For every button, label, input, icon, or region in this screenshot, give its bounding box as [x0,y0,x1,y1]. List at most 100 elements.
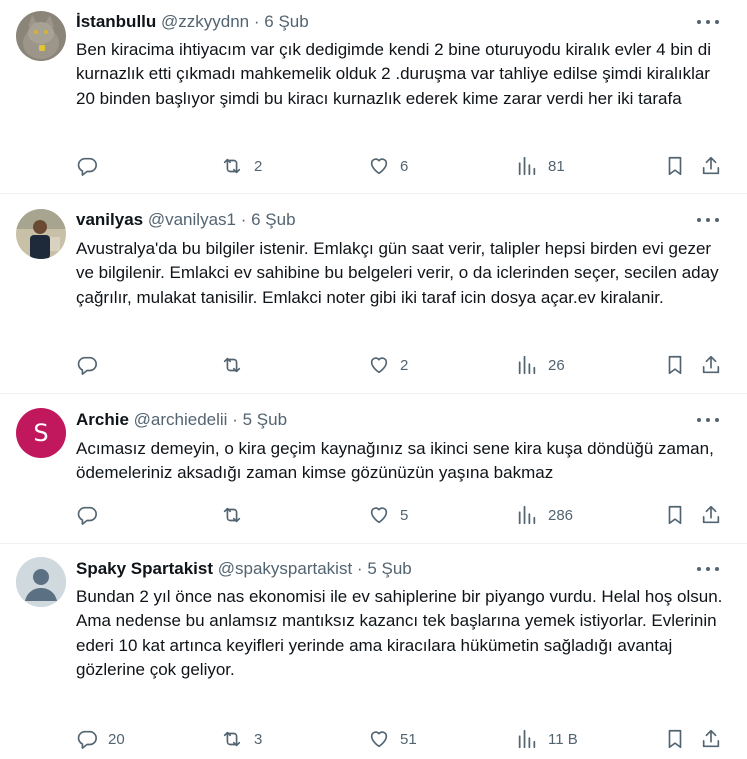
tweet-header: Archie @archiedelii · 5 Şub [76,409,687,431]
tweet-date[interactable]: 5 Şub [367,559,411,578]
share-button[interactable] [700,154,722,178]
share-button[interactable] [700,503,722,527]
like-button[interactable]: 5 [368,503,408,527]
share-button[interactable] [700,727,722,751]
tweet-text: Bundan 2 yıl önce nas ekonomisi ile ev s… [76,587,723,679]
like-icon [370,731,388,748]
views-icon [518,355,536,375]
retweet-button[interactable] [220,503,254,527]
tweet-date[interactable]: 6 Şub [251,210,295,229]
tweet-date[interactable]: 5 Şub [243,410,287,429]
tweet-actions: 2 26 [76,353,736,377]
like-button[interactable]: 2 [368,353,408,377]
tweet-date[interactable]: 6 Şub [264,12,308,31]
author-name[interactable]: Archie [76,410,129,429]
tweet-header: Spaky Spartakist @spakyspartakist · 5 Şu… [76,558,687,580]
avatar[interactable] [16,557,66,607]
tweet-text: Ben kiracima ihtiyacım var çık dedigimde… [76,40,711,108]
tweet-text: Avustralya'da bu bilgiler istenir. Emlak… [76,239,719,307]
reply-icon [77,356,97,375]
author-handle[interactable]: @zzkyydnn [161,12,249,31]
bookmark-icon [668,505,682,525]
reply-button[interactable] [76,503,108,527]
retweet-icon [223,731,241,747]
retweet-count: 3 [254,730,263,748]
reply-button[interactable] [76,154,108,178]
share-icon [702,729,720,748]
views-button[interactable]: 286 [516,503,573,527]
author-name[interactable]: Spaky Spartakist [76,559,213,578]
tweet-actions: 5 286 [76,503,736,527]
bookmark-button[interactable] [664,727,686,751]
retweet-count: 2 [254,157,263,175]
separator: · [240,210,247,229]
views-button[interactable]: 26 [516,353,565,377]
replies-feed: İstanbullu @zzkyydnn · 6 Şub Ben kiracim… [0,0,747,759]
more-icon[interactable] [697,411,719,429]
bookmark-button[interactable] [664,503,686,527]
reply-icon [77,506,97,525]
bookmark-button[interactable] [664,154,686,178]
share-icon [702,355,720,374]
bookmark-button[interactable] [664,353,686,377]
views-icon [518,729,536,749]
like-count: 6 [400,157,409,175]
like-icon [370,507,388,524]
reply-button[interactable] [76,353,108,377]
avatar[interactable] [16,209,66,259]
tweet[interactable]: vanilyas @vanilyas1 · 6 Şub Avustralya'd… [0,195,747,394]
tweet-header: vanilyas @vanilyas1 · 6 Şub [76,209,687,231]
retweet-button[interactable] [220,353,254,377]
retweet-icon [223,357,241,373]
share-icon [702,505,720,524]
reply-button[interactable]: 20 [76,727,125,751]
author-name[interactable]: vanilyas [76,210,143,229]
tweet[interactable]: Spaky Spartakist @spakyspartakist · 5 Şu… [0,545,747,759]
tweet[interactable]: İstanbullu @zzkyydnn · 6 Şub Ben kiracim… [0,0,747,194]
reply-icon [77,730,97,749]
more-icon[interactable] [697,211,719,229]
views-icon [518,156,536,176]
bookmark-icon [668,729,682,749]
view-count: 26 [548,356,565,374]
retweet-button[interactable]: 3 [220,727,262,751]
avatar[interactable] [16,11,66,61]
bookmark-icon [668,355,682,375]
like-icon [370,158,388,175]
retweet-button[interactable]: 2 [220,154,262,178]
more-icon[interactable] [697,13,719,31]
avatar[interactable]: S [16,408,66,458]
retweet-icon [223,507,241,523]
cat-avatar-image [16,11,66,61]
share-button[interactable] [700,353,722,377]
like-icon [370,357,388,374]
view-count: 11 B [548,730,578,748]
bookmark-icon [668,156,682,176]
reply-count: 20 [108,730,125,748]
author-handle[interactable]: @spakyspartakist [218,559,352,578]
like-button[interactable]: 51 [368,727,417,751]
views-button[interactable]: 81 [516,154,565,178]
author-handle[interactable]: @vanilyas1 [148,210,236,229]
separator: · [356,559,363,578]
separator: · [253,12,260,31]
avatar-letter: S [33,419,49,447]
tweet-actions: 2 6 81 [76,154,736,178]
more-icon[interactable] [697,560,719,578]
views-button[interactable]: 11 B [516,727,578,751]
like-count: 51 [400,730,417,748]
author-handle[interactable]: @archiedelii [134,410,228,429]
share-icon [702,156,720,175]
like-count: 5 [400,506,409,524]
tweet-actions: 20 3 51 11 B [76,727,736,751]
like-count: 2 [400,356,409,374]
person-avatar-image [16,209,66,259]
tweet-text: Acımasız demeyin, o kira geçim kaynağını… [76,439,714,483]
reply-icon [77,157,97,176]
tweet-header: İstanbullu @zzkyydnn · 6 Şub [76,11,687,33]
tweet[interactable]: S Archie @archiedelii · 5 Şub Acımasız d… [0,395,747,544]
view-count: 286 [548,506,574,524]
like-button[interactable]: 6 [368,154,408,178]
author-name[interactable]: İstanbullu [76,12,156,31]
default-profile-icon [16,557,66,607]
